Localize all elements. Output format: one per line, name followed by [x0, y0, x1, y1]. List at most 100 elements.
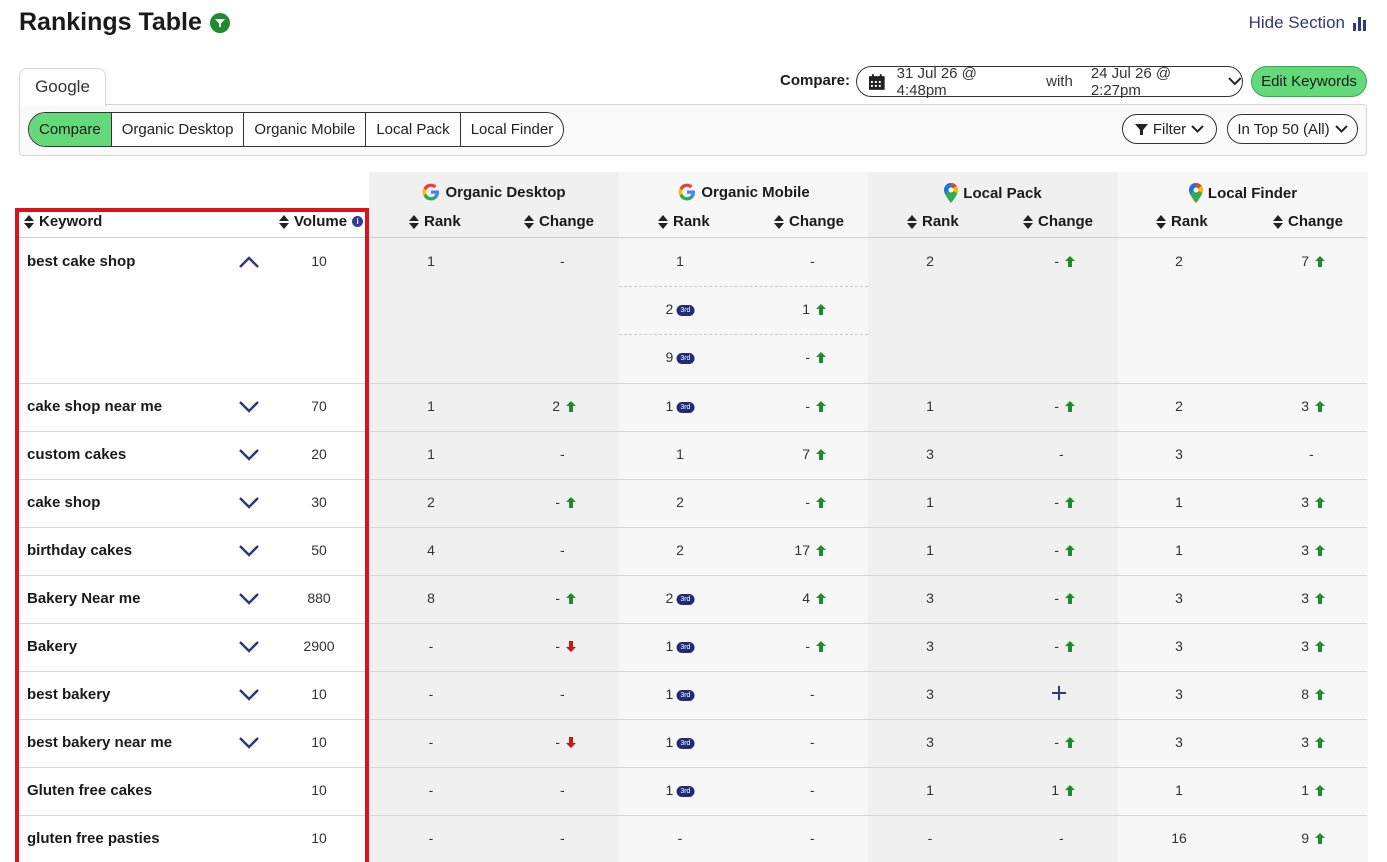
rank-value: 3	[1175, 590, 1183, 606]
filter-button[interactable]: Filter	[1122, 114, 1217, 144]
rank-cell: 4	[427, 542, 435, 558]
change-cell	[1052, 686, 1066, 700]
info-icon[interactable]: i	[352, 216, 364, 227]
position-badge: 3rd	[676, 737, 695, 749]
change-cell: 8	[1301, 686, 1325, 702]
sort-change-header[interactable]: Change	[1273, 213, 1343, 230]
segment-local-pack[interactable]: Local Pack	[365, 113, 459, 146]
expand-row-chevron-down-icon[interactable]	[238, 496, 260, 510]
expand-row-chevron-down-icon[interactable]	[238, 400, 260, 414]
change-value: -	[1309, 446, 1314, 462]
change-cell: -	[805, 638, 826, 654]
row-divider	[19, 575, 1367, 576]
edit-keywords-button[interactable]: Edit Keywords	[1251, 66, 1367, 97]
change-value: 3	[1301, 638, 1309, 654]
keyword-cell: best cake shop	[27, 253, 136, 270]
rank-value: 1	[926, 494, 934, 510]
rank-value: 1	[1175, 542, 1183, 558]
top-range-dropdown[interactable]: In Top 50 (All)	[1227, 114, 1358, 144]
change-cell: 2	[552, 398, 576, 414]
date-compare-dropdown[interactable]: 31 Jul 26 @ 4:48pm with 24 Jul 26 @ 2:27…	[856, 64, 1243, 99]
with-label: with	[1046, 73, 1073, 90]
change-value: -	[805, 494, 810, 510]
change-cell: -	[810, 686, 815, 702]
position-badge: 3rd	[676, 304, 695, 316]
arrow-up-icon	[1315, 736, 1325, 748]
change-value: -	[810, 253, 815, 269]
rank-value: 3	[926, 638, 934, 654]
rank-cell: -	[429, 830, 434, 846]
rank-cell: 1 3rd	[666, 686, 695, 702]
expand-row-chevron-down-icon[interactable]	[238, 688, 260, 702]
change-cell: 3	[1301, 638, 1325, 654]
row-divider	[19, 815, 1367, 816]
rank-value: 2	[676, 494, 684, 510]
rank-value: 16	[1171, 830, 1187, 846]
sort-rank-header[interactable]: Rank	[409, 213, 461, 230]
arrow-up-icon	[1065, 544, 1075, 556]
date-from: 31 Jul 26 @ 4:48pm	[896, 64, 977, 99]
rank-cell: 2 3rd	[666, 590, 695, 606]
arrow-up-icon	[1065, 400, 1075, 412]
date-to: 24 Jul 26 @ 2:27pm	[1090, 64, 1172, 99]
local-finder-column-bg	[1118, 172, 1368, 862]
sort-change-header[interactable]: Change	[1023, 213, 1093, 230]
keyword-cell: Bakery Near me	[27, 590, 141, 607]
segment-organic-desktop[interactable]: Organic Desktop	[110, 113, 244, 146]
rank-cell: 1	[1175, 494, 1183, 510]
change-value: -	[560, 542, 565, 558]
sort-icon	[24, 214, 34, 229]
change-cell: 7	[802, 446, 826, 462]
filter-funnel-icon[interactable]	[209, 12, 230, 33]
arrow-up-icon	[816, 496, 826, 508]
change-cell: -	[810, 253, 815, 269]
local-pack-column-bg	[868, 172, 1118, 862]
rank-value: 3	[1175, 638, 1183, 654]
volume-cell: 10	[311, 782, 327, 798]
expand-row-chevron-down-icon[interactable]	[238, 640, 260, 654]
rank-cell: -	[429, 638, 434, 654]
expand-row-chevron-down-icon[interactable]	[238, 736, 260, 750]
rank-cell: 1	[427, 253, 435, 269]
change-cell: -	[555, 494, 576, 510]
change-cell: 3	[1301, 542, 1325, 558]
sort-change-header[interactable]: Change	[774, 213, 844, 230]
header-divider	[19, 237, 1367, 238]
sort-change-header[interactable]: Change	[524, 213, 594, 230]
rank-value: -	[428, 638, 434, 654]
rank-value: -	[927, 830, 933, 846]
page-title-text: Rankings Table	[19, 8, 202, 36]
organic-mobile-column-bg	[619, 172, 869, 862]
expand-row-chevron-down-icon[interactable]	[238, 544, 260, 558]
calendar-icon	[869, 73, 885, 90]
sort-rank-header[interactable]: Rank	[658, 213, 710, 230]
expand-row-chevron-down-icon[interactable]	[238, 592, 260, 606]
rank-cell: 9 3rd	[666, 349, 695, 365]
collapse-row-chevron-up-icon[interactable]	[238, 255, 260, 269]
position-badge: 3rd	[676, 689, 695, 701]
change-value: -	[1054, 398, 1059, 414]
sort-rank-header[interactable]: Rank	[1156, 213, 1208, 230]
rank-cell: -	[928, 830, 933, 846]
volume-cell: 2900	[303, 638, 335, 654]
keyword-cell: gluten free pasties	[27, 830, 160, 847]
hide-section-button[interactable]: Hide Section	[1249, 13, 1367, 33]
segment-local-finder[interactable]: Local Finder	[459, 113, 564, 146]
tab-google[interactable]: Google	[19, 68, 106, 106]
sub-row-divider	[619, 334, 868, 335]
sort-volume-header[interactable]: Volume i	[279, 213, 364, 230]
rank-cell: 1 3rd	[666, 398, 695, 414]
change-value: -	[1054, 253, 1059, 269]
change-cell: 7	[1301, 253, 1325, 269]
arrow-up-icon	[1315, 400, 1325, 412]
segment-organic-mobile[interactable]: Organic Mobile	[243, 113, 365, 146]
keyword-cell: birthday cakes	[27, 542, 133, 559]
expand-row-chevron-down-icon[interactable]	[238, 448, 260, 462]
change-cell: 3	[1301, 398, 1325, 414]
segment-compare[interactable]: Compare	[29, 113, 111, 146]
sort-rank-header[interactable]: Rank	[907, 213, 959, 230]
rank-cell: 1	[427, 398, 435, 414]
sort-keyword-header[interactable]: Keyword	[24, 213, 102, 230]
rank-value: 3	[1175, 686, 1183, 702]
plus-icon	[1052, 686, 1066, 700]
